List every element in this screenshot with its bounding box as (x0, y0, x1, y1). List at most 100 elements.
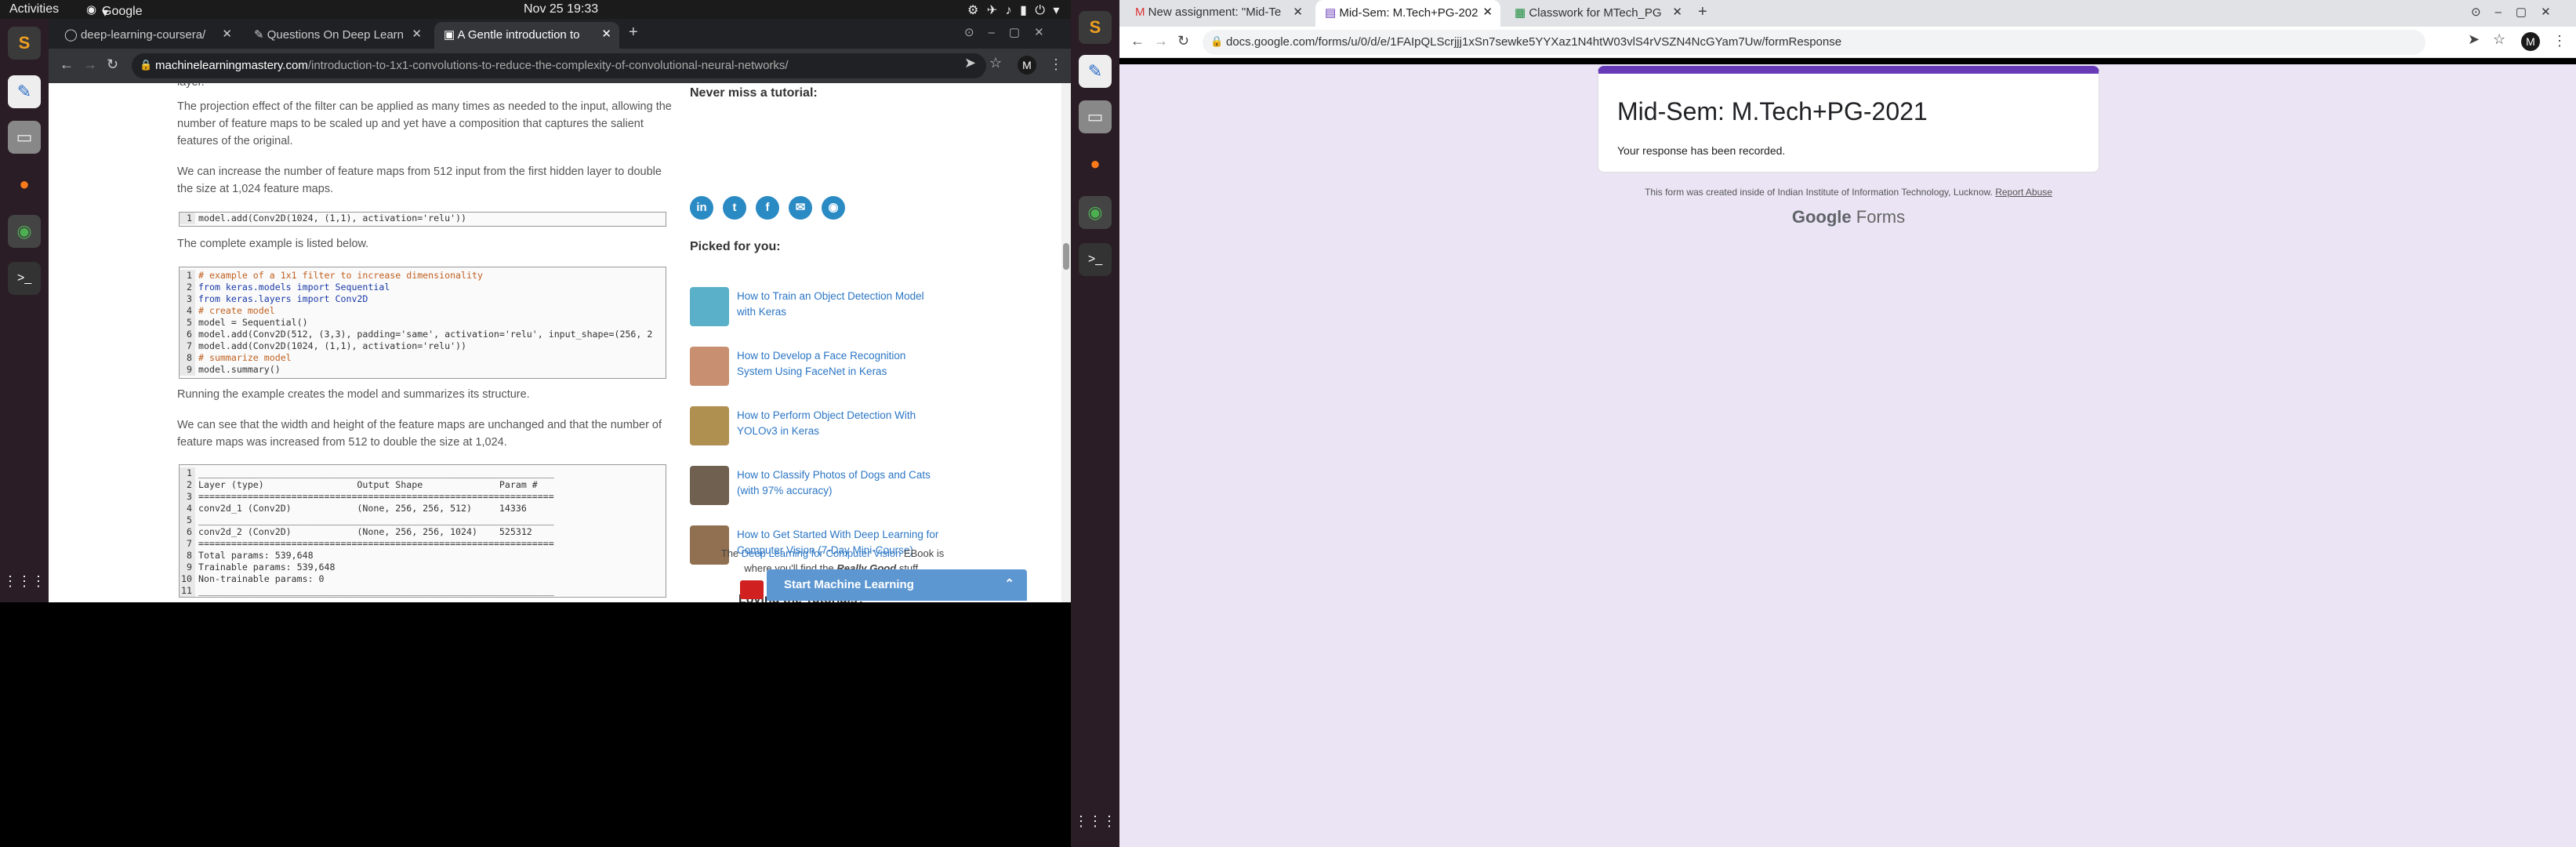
pick-thumbnail[interactable] (690, 466, 729, 505)
reload-icon[interactable]: ↻ (1177, 33, 1189, 49)
close-icon[interactable]: ✕ (412, 27, 422, 41)
line-number: 3 (180, 293, 195, 305)
files-icon[interactable]: ▭ (1079, 100, 1112, 133)
scrollbar[interactable] (1061, 83, 1071, 602)
popup-label: Start Machine Learning (784, 578, 914, 591)
system-tray[interactable]: ⚙ ✈ ♪ ▮ ⏻ ▾ (967, 2, 1061, 18)
close-icon[interactable]: ✕ (1293, 5, 1303, 19)
line-number: 4 (180, 305, 195, 317)
code-line: 10 Non-trainable params: 0 (180, 573, 666, 585)
tab-classwork[interactable]: ▦ Classwork for MTech_PG ✕ (1505, 0, 1690, 27)
pick-thumbnail[interactable] (690, 287, 729, 326)
tab-questions[interactable]: ✎ Questions On Deep Learn ✕ (245, 22, 430, 49)
text-editor-icon[interactable]: ✎ (1079, 55, 1112, 88)
close-icon[interactable]: ✕ (222, 27, 232, 41)
page-icon: ✎ (254, 28, 267, 42)
dock-right: S ✎ ▭ ● ◉ >_ ⋮⋮⋮ (1071, 0, 1119, 847)
text-editor-icon[interactable]: ✎ (8, 75, 41, 108)
pick-link[interactable]: How to Perform Object Detection With YOL… (737, 408, 941, 439)
pick-item[interactable]: How to Develop a Face Recognition System… (690, 347, 941, 394)
chevron-up-icon[interactable]: ⌃ (1004, 576, 1014, 591)
lock-icon: 🔒 (1210, 35, 1224, 47)
rss-icon[interactable]: ◉ (822, 196, 845, 220)
code-text: ________________________________________… (198, 467, 554, 478)
start-ml-popup[interactable]: Start Machine Learning ⌃ (767, 569, 1027, 601)
twitter-icon[interactable]: t (723, 196, 746, 220)
tab-label: deep-learning-coursera/ (80, 28, 206, 42)
line-number: 2 (180, 479, 195, 491)
ebook-link[interactable]: Deep Learning for Computer Vision (742, 547, 902, 559)
code-line: 7 model.add(Conv2D(1024, (1,1), activatio… (180, 340, 666, 352)
pick-item[interactable]: How to Perform Object Detection With YOL… (690, 406, 941, 453)
code-line: 1 # example of a 1x1 filter to increase d… (180, 270, 666, 282)
terminal-icon[interactable]: >_ (1079, 243, 1112, 276)
activities-button[interactable]: Activities (9, 2, 59, 16)
scrollbar-thumb[interactable] (1063, 243, 1069, 270)
linkedin-icon[interactable]: in (690, 196, 713, 220)
close-icon[interactable]: ✕ (1482, 5, 1493, 19)
line-number: 4 (180, 503, 195, 514)
bookmark-star-icon[interactable]: ☆ (2493, 31, 2505, 48)
pick-item[interactable]: How to Train an Object Detection Model w… (690, 287, 941, 334)
app-grid-icon[interactable]: ⋮⋮⋮ (3, 565, 45, 598)
sublime-icon[interactable]: S (8, 27, 41, 60)
new-tab-button[interactable]: + (629, 24, 638, 42)
code-text: # summarize model (198, 352, 292, 363)
reload-icon[interactable]: ↻ (107, 56, 118, 73)
code-text: conv2d_2 (Conv2D) (None, 256, 256, 1024)… (198, 526, 532, 537)
profile-avatar[interactable]: M (1018, 56, 1036, 75)
app-grid-icon[interactable]: ⋮⋮⋮ (1074, 805, 1116, 838)
profile-avatar[interactable]: M (2521, 32, 2540, 51)
window-controls[interactable]: ⊙–▢✕ (964, 25, 1058, 39)
new-tab-button[interactable]: + (1698, 3, 1707, 21)
code-text: Total params: 539,648 (198, 550, 314, 561)
close-icon[interactable]: ✕ (601, 27, 611, 41)
google-forms-logo[interactable]: Google Forms (1598, 207, 2099, 227)
pick-item[interactable]: How to Classify Photos of Dogs and Cats … (690, 466, 941, 513)
code-text: ========================================… (198, 538, 554, 549)
send-icon[interactable]: ➤ (2468, 31, 2480, 48)
line-number: 1 (180, 270, 195, 282)
forward-icon[interactable]: → (83, 56, 97, 73)
tab-gentle-intro[interactable]: ▣ A Gentle introduction to ✕ (434, 22, 619, 49)
terminal-icon[interactable]: >_ (8, 262, 41, 295)
line-number: 9 (180, 364, 195, 376)
send-icon[interactable]: ➤ (964, 55, 976, 71)
clock[interactable]: Nov 25 19:33 (524, 2, 598, 16)
facebook-icon[interactable]: f (756, 196, 779, 220)
tab-mid-sem[interactable]: ▤ Mid-Sem: M.Tech+PG-202 ✕ (1315, 0, 1500, 27)
pick-link[interactable]: How to Develop a Face Recognition System… (737, 348, 941, 380)
report-abuse-link[interactable]: Report Abuse (1995, 187, 2052, 198)
pick-link[interactable]: How to Train an Object Detection Model w… (737, 289, 941, 320)
line-number: 9 (180, 562, 195, 573)
sublime-icon[interactable]: S (1079, 11, 1112, 44)
pick-thumbnail[interactable] (690, 406, 729, 445)
pick-link[interactable]: How to Classify Photos of Dogs and Cats … (737, 467, 941, 499)
menu-icon[interactable]: ⋮ (1049, 56, 1063, 73)
address-bar[interactable]: 🔒 docs.google.com/forms/u/0/d/e/1FAIpQLSc… (1203, 30, 2425, 55)
chrome-dock-icon[interactable]: ◉ (8, 215, 41, 248)
code-line: 3 =======================================… (180, 491, 666, 503)
url: docs.google.com/forms/u/0/d/e/1FAIpQLScr… (1226, 35, 1842, 49)
email-icon[interactable]: ✉ (789, 196, 812, 220)
window-controls[interactable]: ⊙–▢✕ (2471, 5, 2565, 19)
code-line: 3 from keras.layers import Conv2D (180, 293, 666, 305)
pick-thumbnail[interactable] (690, 347, 729, 386)
back-icon[interactable]: ← (60, 56, 74, 73)
menu-icon[interactable]: ⋮ (2552, 33, 2567, 49)
address-bar[interactable]: 🔒 machinelearningmastery.com/introduction… (132, 53, 986, 78)
tab-github[interactable]: ◯ deep-learning-coursera/ ✕ (55, 22, 240, 49)
bookmark-star-icon[interactable]: ☆ (989, 55, 1002, 71)
forward-icon[interactable]: → (1154, 33, 1168, 49)
code-text: model.summary() (198, 364, 281, 375)
firefox-icon[interactable]: ● (8, 168, 41, 201)
files-icon[interactable]: ▭ (8, 121, 41, 154)
article-paragraph: We can increase the number of feature ma… (177, 165, 662, 195)
ebook-post: EBook is (901, 547, 945, 559)
chrome-dock-icon[interactable]: ◉ (1079, 196, 1112, 229)
back-icon[interactable]: ← (1130, 33, 1145, 49)
firefox-icon[interactable]: ● (1079, 147, 1112, 180)
cta-red-button[interactable] (740, 580, 764, 599)
tab-new-assignment[interactable]: M New assignment: "Mid-Te ✕ (1126, 0, 1311, 27)
close-icon[interactable]: ✕ (1672, 5, 1682, 19)
